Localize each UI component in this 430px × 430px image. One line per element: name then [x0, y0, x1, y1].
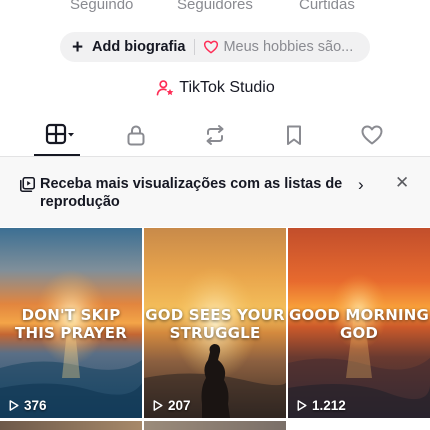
heart-outline-icon — [204, 40, 219, 54]
profile-stats-row: Seguindo Seguidores Curtidas — [0, 0, 430, 18]
banner-text: Receba mais visualizações com as listas … — [40, 176, 343, 210]
add-bio-label: Add biografia — [92, 39, 186, 55]
person-star-icon — [156, 80, 174, 96]
bio-hint-text: Meus hobbies são... — [223, 39, 354, 55]
play-outline-icon — [297, 400, 307, 411]
video-title: GOD SEES YOUR STRUGGLE — [145, 306, 285, 342]
video-tile[interactable]: GOOD MORNING GOD 1.212 — [288, 228, 430, 418]
repost-icon — [206, 125, 224, 145]
tab-private[interactable] — [116, 120, 156, 150]
likes-label[interactable]: Curtidas — [299, 0, 355, 13]
profile-tabs — [0, 116, 430, 156]
lock-icon — [127, 125, 145, 146]
video-tile[interactable]: GOD SEES YOUR STRUGGLE 207 — [144, 228, 286, 418]
video-tile[interactable] — [144, 421, 286, 430]
play-outline-icon — [153, 400, 163, 411]
playlist-promo-banner[interactable]: Receba mais visualizações com as listas … — [0, 157, 430, 227]
tiktok-studio-label: TikTok Studio — [179, 79, 275, 96]
tab-liked[interactable] — [352, 120, 392, 150]
video-tile[interactable]: DON'T SKIP THIS PRAYER 376 — [0, 228, 142, 418]
playlist-icon — [19, 176, 36, 193]
view-count: 207 — [151, 398, 191, 413]
video-tile[interactable] — [0, 421, 142, 430]
video-title: DON'T SKIP THIS PRAYER — [15, 306, 127, 342]
bookmark-icon — [287, 125, 301, 145]
video-title: GOOD MORNING GOD — [288, 306, 430, 342]
grid-icon — [45, 123, 74, 145]
plus-icon: + — [72, 36, 84, 58]
add-bio-pill[interactable]: + Add biografia Meus hobbies são... — [60, 32, 370, 62]
following-label[interactable]: Seguindo — [70, 0, 133, 13]
followers-label[interactable]: Seguidores — [177, 0, 253, 13]
view-count: 1.212 — [295, 398, 346, 413]
heart-icon — [361, 125, 383, 145]
video-grid-row-2 — [0, 421, 430, 430]
close-icon[interactable]: ✕ — [395, 173, 409, 193]
tab-videos[interactable] — [40, 120, 80, 150]
tab-favorites[interactable] — [274, 120, 314, 150]
chevron-right-icon[interactable]: › — [358, 175, 364, 195]
tiktok-studio-link[interactable]: TikTok Studio — [0, 78, 430, 98]
view-count: 376 — [7, 398, 47, 413]
play-outline-icon — [9, 400, 19, 411]
tab-reposts[interactable] — [195, 120, 235, 150]
bio-divider — [194, 39, 196, 55]
